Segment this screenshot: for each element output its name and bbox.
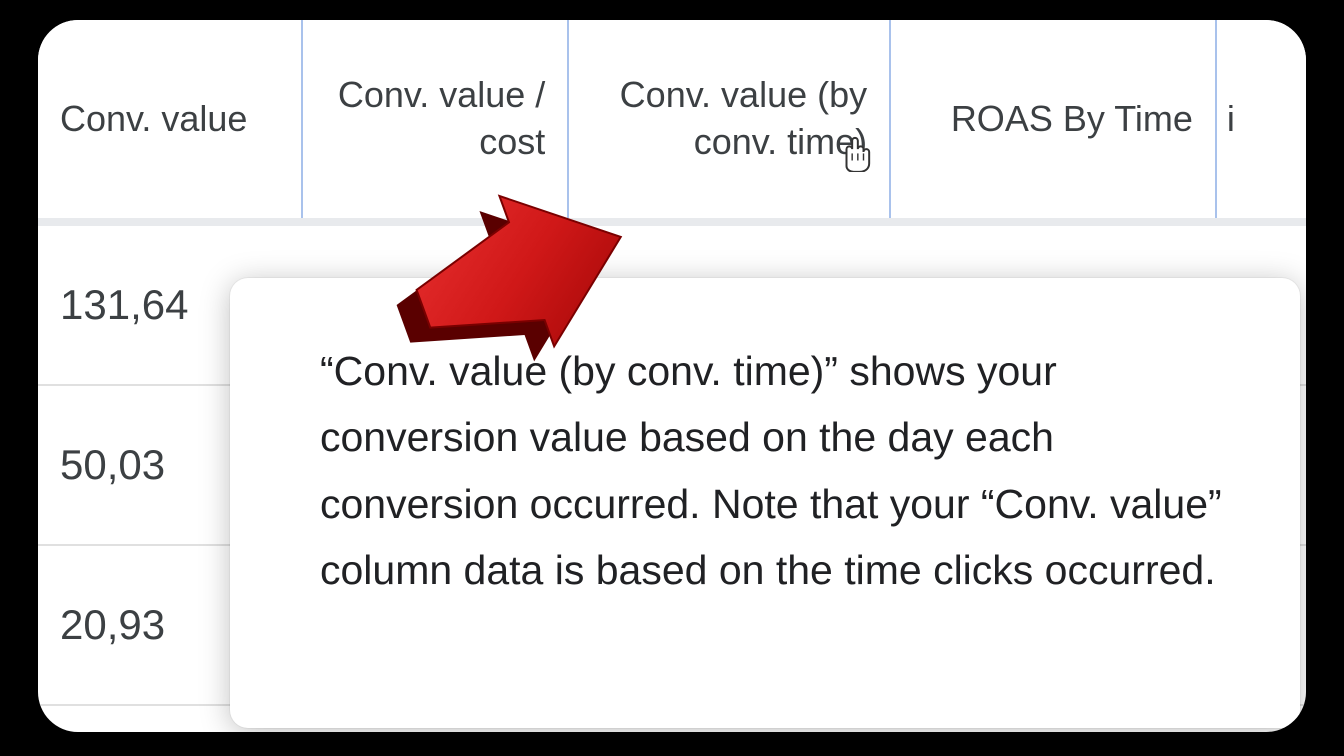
cell-conv-value: 20,93 [60, 601, 165, 649]
cell-conv-value: 50,03 [60, 441, 165, 489]
header-label: Conv. value [60, 96, 247, 143]
column-header-conv-value-cost[interactable]: Conv. value / cost [303, 20, 570, 218]
tooltip-text: “Conv. value (by conv. time)” shows your… [320, 348, 1222, 593]
cell-conv-value: 131,64 [60, 281, 188, 329]
table-header-row: Conv. value Conv. value / cost Conv. val… [38, 20, 1306, 226]
header-label: Conv. value / cost [325, 72, 546, 166]
column-header-conv-value[interactable]: Conv. value [38, 20, 303, 218]
column-header-conv-value-by-time[interactable]: Conv. value (by conv. time) [569, 20, 891, 218]
header-label: i [1227, 96, 1235, 143]
column-header-cutoff[interactable]: i [1217, 20, 1306, 218]
header-label: Conv. value (by conv. time) [591, 72, 867, 166]
column-header-roas-by-time[interactable]: ROAS By Time [891, 20, 1217, 218]
header-label: ROAS By Time [951, 96, 1193, 143]
tooltip-card: “Conv. value (by conv. time)” shows your… [230, 278, 1300, 728]
table-viewport: Conv. value Conv. value / cost Conv. val… [38, 20, 1306, 732]
